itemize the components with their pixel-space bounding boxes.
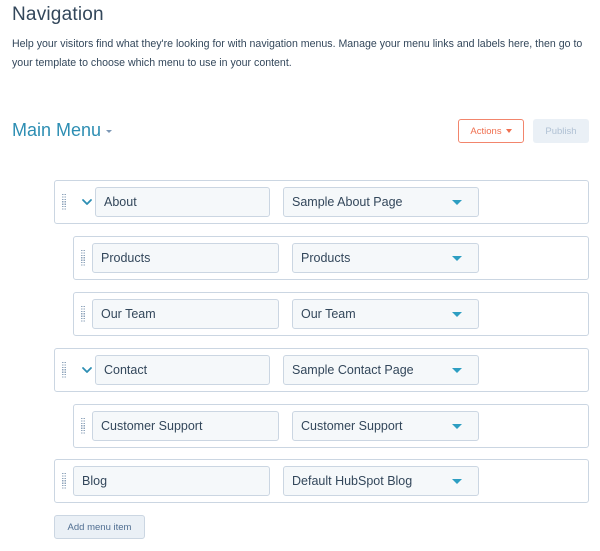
caret-down-icon — [505, 129, 512, 133]
page-select-dropdown[interactable]: Our Team — [292, 299, 479, 329]
menu-item-label-input[interactable] — [92, 243, 279, 273]
page-select-value: Sample About Page — [292, 195, 403, 209]
menu-item-row: Customer Support — [73, 404, 589, 448]
page-select-value: Customer Support — [301, 419, 403, 433]
page-select-value: Our Team — [301, 307, 356, 321]
page-select-dropdown[interactable]: Customer Support — [292, 411, 479, 441]
caret-down-icon — [452, 423, 462, 429]
menu-item-row: Default HubSpot Blog — [54, 459, 589, 503]
menu-item-label-input[interactable] — [92, 411, 279, 441]
drag-handle-icon[interactable] — [62, 473, 66, 490]
drag-handle-icon[interactable] — [81, 306, 85, 323]
drag-handle-icon[interactable] — [62, 194, 66, 211]
menu-item-row: Our Team — [73, 292, 589, 336]
menu-item-row: Sample Contact Page — [54, 348, 589, 392]
page-select-value: Sample Contact Page — [292, 363, 414, 377]
caret-down-icon — [452, 367, 462, 373]
menu-item-label-input[interactable] — [95, 187, 270, 217]
menu-item-label-input[interactable] — [92, 299, 279, 329]
actions-label: Actions — [470, 125, 502, 137]
publish-button[interactable]: Publish — [533, 119, 589, 143]
menu-item-row: Products — [73, 236, 589, 280]
caret-down-icon — [452, 311, 462, 317]
drag-handle-icon[interactable] — [81, 250, 85, 267]
page-select-value: Default HubSpot Blog — [292, 474, 413, 488]
add-menu-item-button[interactable]: Add menu item — [54, 515, 145, 539]
caret-down-icon — [106, 130, 113, 133]
page-select-dropdown[interactable]: Products — [292, 243, 479, 273]
page-title: Navigation — [12, 4, 104, 25]
page-select-value: Products — [301, 251, 351, 265]
menu-item-row: Sample About Page — [54, 180, 589, 224]
caret-down-icon — [452, 199, 462, 205]
menu-item-label-input[interactable] — [73, 466, 270, 496]
chevron-down-icon[interactable] — [80, 363, 94, 377]
page-select-dropdown[interactable]: Sample About Page — [283, 187, 479, 217]
drag-handle-icon[interactable] — [62, 362, 66, 379]
menu-item-label-input[interactable] — [95, 355, 270, 385]
page-description: Help your visitors find what they're loo… — [12, 38, 583, 69]
drag-handle-icon[interactable] — [81, 418, 85, 435]
caret-down-icon — [452, 255, 462, 261]
page-select-dropdown[interactable]: Default HubSpot Blog — [283, 466, 479, 496]
chevron-down-icon[interactable] — [80, 195, 94, 209]
menu-name: Main Menu — [12, 120, 102, 140]
menu-selector-dropdown[interactable]: Main Menu — [12, 120, 113, 141]
page-select-dropdown[interactable]: Sample Contact Page — [283, 355, 479, 385]
actions-button[interactable]: Actions — [458, 119, 524, 143]
caret-down-icon — [452, 478, 462, 484]
